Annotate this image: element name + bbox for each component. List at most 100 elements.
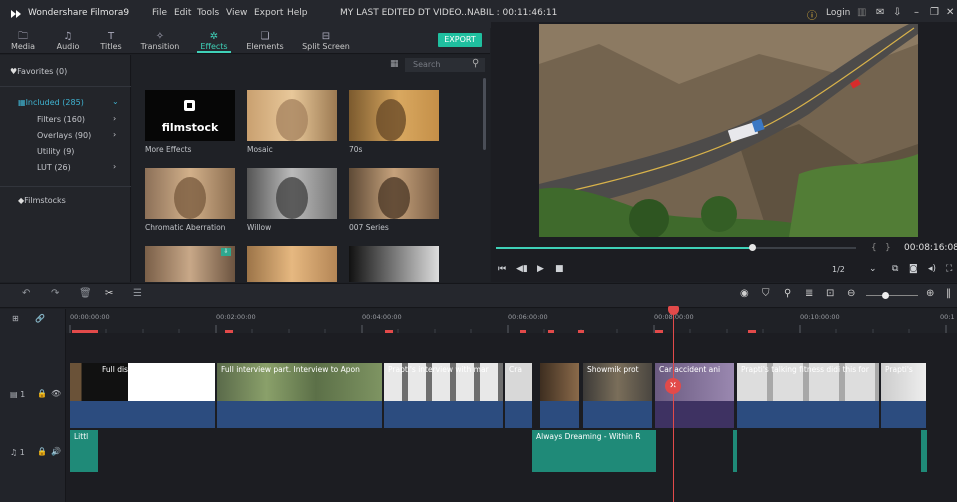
sidebar-item-filters[interactable]: Filters (160) <box>37 115 85 124</box>
adjust-icon[interactable]: ☰ <box>133 288 142 299</box>
video-clip[interactable]: Prapti's interview with mar <box>384 363 504 428</box>
menu-file[interactable]: File <box>152 8 167 18</box>
restore-icon[interactable]: ❐ <box>930 7 939 18</box>
chevron-down-icon[interactable]: ⌄ <box>869 264 877 274</box>
skip-back-icon[interactable]: ⏮ <box>498 264 506 274</box>
fit-icon[interactable]: ⊡ <box>826 288 834 299</box>
clip-title: Always Dreaming - Within R <box>536 432 641 441</box>
sidebar-item-filmstocks[interactable]: ◆Filmstocks <box>18 196 66 205</box>
download-icon[interactable]: ⇩ <box>893 7 901 18</box>
zoom-slider[interactable] <box>866 295 918 296</box>
folder-icon: 🗀 <box>18 31 28 42</box>
video-clip[interactable]: Full discussion part with Sh <box>70 363 216 428</box>
camera-icon[interactable]: ◙ <box>909 264 918 274</box>
grid-scrollbar[interactable] <box>483 78 486 150</box>
video-clip[interactable]: Prapti's <box>881 363 927 428</box>
export-button[interactable]: EXPORT <box>438 33 482 47</box>
eye-icon[interactable]: 👁 <box>51 389 61 398</box>
effect-thumb[interactable] <box>247 246 337 282</box>
display-icon[interactable]: ⧉ <box>892 264 898 274</box>
stop-icon[interactable]: ■ <box>555 264 564 274</box>
grid-view-icon[interactable]: ▦ <box>390 59 399 69</box>
effect-thumb[interactable]: ⇩ <box>145 246 235 282</box>
voiceover-icon[interactable]: ≣ <box>805 288 813 299</box>
shield-icon[interactable]: ⛉ <box>762 288 770 299</box>
tab-elements[interactable]: ❏ Elements <box>245 31 285 51</box>
fullscreen-icon[interactable]: ⛶ <box>946 264 952 274</box>
video-clip[interactable]: Showmik prot <box>583 363 653 428</box>
menu-view[interactable]: View <box>226 8 247 18</box>
audio-clip[interactable] <box>733 430 737 472</box>
sidebar-item-included[interactable]: ▦Included (285) <box>18 98 84 107</box>
delete-icon[interactable]: 🗑 <box>79 288 92 299</box>
pause-icon[interactable]: ‖ <box>946 288 951 299</box>
tick-label: 00:00:00:00 <box>70 313 110 321</box>
microphone-icon[interactable]: ⚲ <box>784 288 791 299</box>
sidebar-item-overlays[interactable]: Overlays (90) <box>37 131 91 140</box>
chevron-down-icon[interactable]: ⌄ <box>112 97 119 106</box>
play-icon[interactable]: ▶ <box>537 264 544 274</box>
zoom-slider-handle[interactable] <box>882 292 889 299</box>
speaker-icon[interactable]: 🔊 <box>51 447 61 456</box>
minimize-icon[interactable]: – <box>914 7 919 18</box>
audio-clip[interactable]: Always Dreaming - Within R <box>532 430 656 472</box>
tab-transition[interactable]: ✧ Transition <box>140 31 180 51</box>
audio-clip[interactable] <box>921 430 927 472</box>
effect-thumb-007-series[interactable] <box>349 168 439 219</box>
video-clip[interactable]: Prapti's talking fitness didi this for <box>737 363 880 428</box>
zoom-out-icon[interactable]: ⊖ <box>847 288 855 299</box>
menu-help[interactable]: Help <box>287 8 308 18</box>
video-clip[interactable]: Full interview part. Interview to Apon <box>217 363 383 428</box>
info-icon[interactable]: ⓘ <box>807 7 817 22</box>
sidebar-item-favorites[interactable]: ♥Favorites (0) <box>10 67 67 76</box>
undo-icon[interactable]: ↶ <box>22 288 30 299</box>
zoom-in-icon[interactable]: ⊕ <box>926 288 934 299</box>
quality-select[interactable]: 1/2 <box>832 265 845 274</box>
close-icon[interactable]: ✕ <box>946 7 954 18</box>
scrubber-handle[interactable] <box>748 244 756 251</box>
video-preview[interactable] <box>539 24 918 237</box>
video-clip[interactable]: Car accident ani <box>655 363 735 428</box>
playhead[interactable] <box>673 307 674 502</box>
search-icon[interactable]: ⚲ <box>472 58 479 69</box>
link-icon[interactable]: 🔗 <box>35 314 45 323</box>
chevron-right-icon[interactable]: › <box>113 162 116 171</box>
tab-effects[interactable]: ✲ Effects <box>196 31 232 51</box>
effect-thumb-willow[interactable] <box>247 168 337 219</box>
tab-titles[interactable]: T Titles <box>98 31 124 51</box>
sidebar-item-utility[interactable]: Utility (9) <box>37 147 74 156</box>
effect-thumb-mosaic[interactable] <box>247 90 337 141</box>
chevron-right-icon[interactable]: › <box>113 130 116 139</box>
person-photo-icon <box>276 177 308 219</box>
volume-icon[interactable]: ◂) <box>928 264 936 274</box>
download-icon[interactable]: ⇩ <box>221 248 231 256</box>
mark-out-icon[interactable]: } <box>885 243 891 253</box>
step-back-icon[interactable]: ◀▮ <box>516 264 528 274</box>
menu-tools[interactable]: Tools <box>197 8 219 18</box>
effect-thumb-more-effects[interactable]: filmstock <box>145 90 235 141</box>
redo-icon[interactable]: ↷ <box>51 288 59 299</box>
menu-export[interactable]: Export <box>254 8 283 18</box>
add-track-icon[interactable]: ⊞ <box>12 314 19 323</box>
mark-in-icon[interactable]: { <box>871 243 877 253</box>
mail-icon[interactable]: ✉ <box>876 7 884 18</box>
cut-icon[interactable]: ✂ <box>105 288 113 299</box>
video-track-icon: ▤ <box>10 390 18 399</box>
tab-split-screen[interactable]: ⊟ Split Screen <box>300 31 352 51</box>
audio-clip[interactable]: Littl <box>70 430 98 472</box>
effect-thumb-chromatic-aberration[interactable] <box>145 168 235 219</box>
menu-edit[interactable]: Edit <box>174 8 191 18</box>
tab-audio[interactable]: ♫ Audio <box>55 31 81 51</box>
video-clip[interactable]: Cra <box>505 363 533 428</box>
lock-icon[interactable]: 🔒 <box>37 389 47 398</box>
lock-icon[interactable]: 🔒 <box>37 447 47 456</box>
video-clip[interactable] <box>540 363 580 428</box>
sidebar-item-lut[interactable]: LUT (26) <box>37 163 71 172</box>
effect-thumb[interactable] <box>349 246 439 282</box>
effect-thumb-70s[interactable] <box>349 90 439 141</box>
render-icon[interactable]: ◉ <box>740 288 749 299</box>
chevron-right-icon[interactable]: › <box>113 114 116 123</box>
store-icon[interactable]: ▥ <box>857 7 866 18</box>
login-link[interactable]: Login <box>826 8 850 18</box>
tab-media[interactable]: 🗀 Media <box>10 31 36 51</box>
